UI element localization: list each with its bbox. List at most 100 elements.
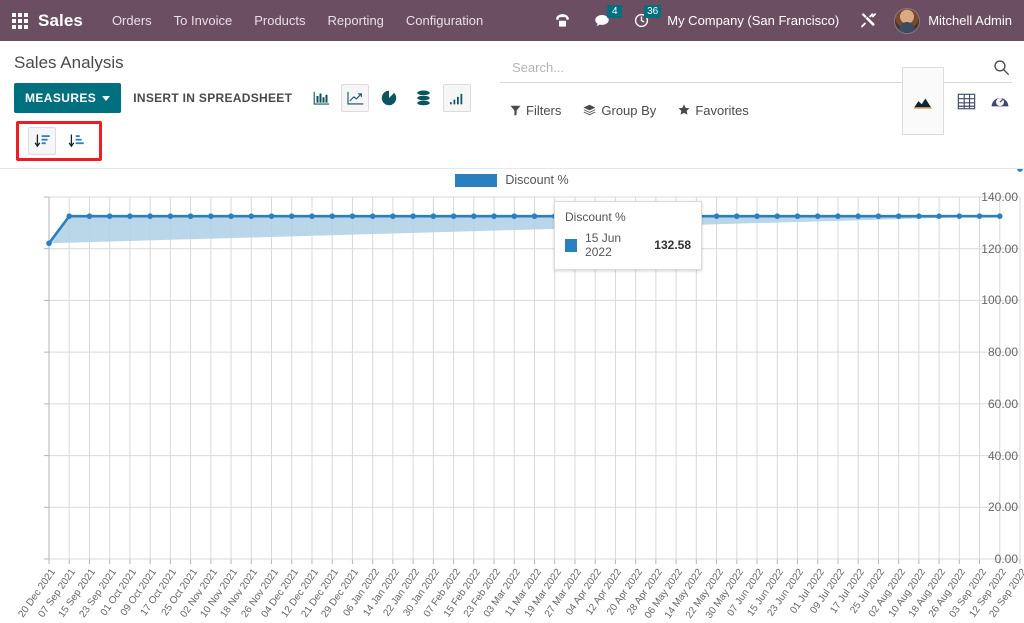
group-by-label: Group By — [601, 102, 657, 118]
favorites-dropdown[interactable]: Favorites — [678, 102, 749, 118]
activities-badge: 36 — [644, 5, 662, 18]
data-point — [794, 213, 801, 219]
ascending-bars-icon[interactable] — [443, 84, 472, 112]
y-axis-label: 80.00 — [987, 345, 1018, 360]
data-point — [471, 213, 477, 219]
data-point — [511, 213, 518, 219]
data-point — [329, 213, 336, 219]
data-point — [410, 213, 416, 219]
star-icon — [678, 104, 690, 115]
data-point — [268, 213, 275, 219]
data-point — [147, 213, 153, 219]
action-button-row: MEASURES INSERT IN SPREADSHEET — [14, 81, 500, 115]
sort-buttons-highlight — [16, 121, 102, 161]
data-point — [228, 213, 234, 219]
data-point — [450, 213, 457, 219]
filters-dropdown[interactable]: Filters — [510, 103, 561, 118]
control-panel: Sales Analysis MEASURES INSERT IN SPREAD… — [0, 41, 1024, 169]
data-point — [814, 213, 821, 219]
data-point — [835, 213, 841, 219]
data-point — [531, 213, 538, 219]
measures-button[interactable]: MEASURES — [14, 83, 122, 113]
company-selector[interactable]: My Company (San Francisco) — [661, 13, 849, 28]
data-point — [106, 213, 113, 219]
navbar-right-group: 4 36 My Company (San Francisco) Mitchell… — [543, 0, 1014, 41]
data-point — [248, 213, 255, 219]
sort-descending-icon[interactable] — [28, 127, 56, 155]
username-label[interactable]: Mitchell Admin — [920, 13, 1014, 28]
data-point — [895, 213, 902, 219]
y-axis-label: 120.00 — [981, 241, 1018, 256]
phone-icon[interactable] — [543, 0, 582, 41]
tooltip-date: 15 Jun 2022 — [585, 231, 622, 259]
tooltip-swatch — [565, 238, 578, 252]
data-point — [187, 213, 194, 219]
pivot-view-icon[interactable] — [954, 89, 978, 113]
wrench-screwdriver-icon[interactable] — [849, 11, 888, 30]
data-point — [774, 213, 781, 219]
view-switcher — [902, 67, 1012, 135]
data-point — [66, 213, 73, 219]
tooltip-title: Discount % — [565, 210, 626, 224]
data-point — [713, 213, 720, 219]
insert-in-spreadsheet-button[interactable]: INSERT IN SPREADSHEET — [121, 83, 304, 113]
data-point — [956, 213, 963, 219]
nav-item-configuration[interactable]: Configuration — [395, 0, 494, 41]
data-point — [855, 213, 861, 219]
messages-badge: 4 — [607, 5, 623, 18]
y-axis-label: 100.00 — [981, 293, 1018, 308]
nav-item-reporting[interactable]: Reporting — [317, 0, 395, 41]
funnel-icon — [510, 105, 521, 116]
data-point — [349, 213, 356, 219]
data-point — [976, 213, 983, 219]
breadcrumb: Sales Analysis — [14, 53, 124, 72]
chart-plot — [44, 166, 1023, 564]
app-brand-sales[interactable]: Sales — [38, 11, 83, 31]
data-point — [996, 213, 1003, 219]
data-point — [208, 213, 214, 219]
pie-chart-icon[interactable] — [375, 84, 403, 112]
data-point — [916, 213, 922, 219]
line-chart-icon[interactable] — [341, 84, 370, 112]
legend-label: Discount % — [505, 173, 569, 187]
y-axis-label: 20.00 — [987, 500, 1018, 515]
data-point — [491, 213, 497, 219]
layers-icon — [583, 104, 596, 116]
messages-icon[interactable]: 4 — [582, 0, 623, 41]
y-axis-label: 40.00 — [987, 448, 1018, 463]
nav-item-orders[interactable]: Orders — [101, 0, 163, 41]
data-point — [369, 213, 376, 219]
chevron-down-icon — [102, 95, 111, 101]
nav-item-products[interactable]: Products — [243, 0, 316, 41]
group-by-dropdown[interactable]: Group By — [583, 103, 656, 118]
cohort-view-icon[interactable] — [988, 89, 1012, 113]
data-point — [936, 213, 942, 219]
data-point — [86, 213, 93, 219]
stacked-database-icon[interactable] — [409, 84, 437, 112]
control-panel-left: Sales Analysis MEASURES INSERT IN SPREAD… — [0, 41, 500, 161]
tooltip-row: 15 Jun 2022 132.58 — [565, 231, 691, 259]
legend-swatch[interactable] — [455, 173, 498, 187]
data-point — [754, 213, 760, 219]
sort-ascending-icon[interactable] — [62, 127, 90, 155]
sort-button-row — [14, 121, 500, 161]
graph-view: Discount % Discount % 15 Jun 2022 132.58… — [0, 166, 1024, 621]
data-point — [733, 213, 740, 219]
data-point — [288, 213, 295, 219]
nav-item-to-invoice[interactable]: To Invoice — [163, 0, 244, 41]
data-point — [167, 213, 174, 219]
data-point — [1017, 166, 1023, 172]
y-axis-label: 60.00 — [987, 396, 1018, 411]
graph-view-icon[interactable] — [902, 67, 944, 135]
user-avatar[interactable] — [894, 7, 921, 34]
filter-row: Filters Group By Favorites — [500, 67, 1012, 135]
apps-grid-icon[interactable] — [12, 12, 28, 29]
y-axis-label: 140.00 — [981, 190, 1018, 204]
area-fill — [49, 216, 1000, 244]
favorites-label: Favorites — [695, 102, 749, 118]
activities-icon[interactable]: 36 — [622, 0, 662, 41]
data-point — [390, 213, 396, 219]
bar-chart-icon[interactable] — [307, 84, 335, 112]
data-point — [875, 213, 882, 219]
chart-legend: Discount % — [0, 173, 1024, 187]
